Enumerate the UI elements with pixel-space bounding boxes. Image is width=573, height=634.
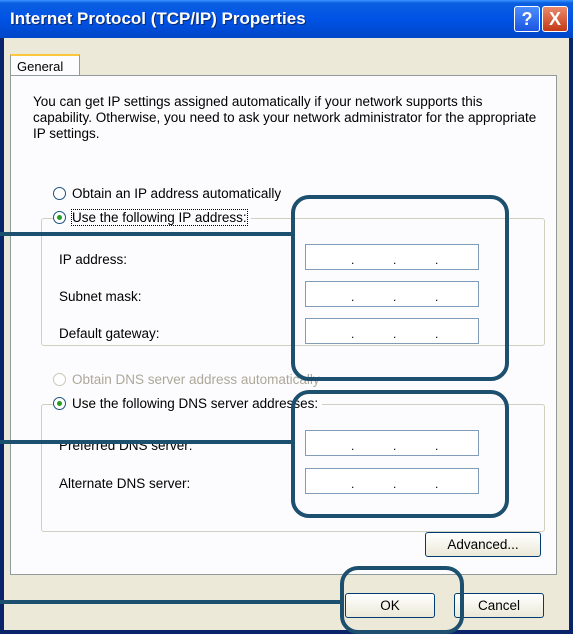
window-title: Internet Protocol (TCP/IP) Properties xyxy=(10,9,306,28)
obtain-dns-auto-label: Obtain DNS server address automatically xyxy=(72,372,320,387)
description-text: You can get IP settings assigned automat… xyxy=(33,94,537,141)
radio-icon xyxy=(53,187,66,200)
radio-selected-icon xyxy=(53,397,66,410)
close-button[interactable]: X xyxy=(542,6,568,32)
use-following-dns-label: Use the following DNS server addresses: xyxy=(72,396,319,411)
use-following-dns-radio[interactable]: Use the following DNS server addresses: xyxy=(53,396,323,411)
subnet-mask-label: Subnet mask: xyxy=(59,289,142,304)
default-gateway-label: Default gateway: xyxy=(59,326,160,341)
use-following-ip-radio[interactable]: Use the following IP address: xyxy=(53,209,251,226)
help-button[interactable]: ? xyxy=(514,6,540,32)
ok-button-callout xyxy=(340,566,464,634)
use-following-ip-label: Use the following IP address: xyxy=(71,209,248,226)
ip-address-label: IP address: xyxy=(59,252,128,267)
obtain-ip-auto-radio[interactable]: Obtain an IP address automatically xyxy=(53,186,281,201)
ok-callout-leader xyxy=(0,600,342,604)
obtain-ip-auto-label: Obtain an IP address automatically xyxy=(72,186,282,201)
radio-icon xyxy=(53,373,66,386)
ip-fields-callout xyxy=(291,195,509,381)
radio-selected-icon xyxy=(53,211,66,224)
alternate-dns-label: Alternate DNS server: xyxy=(59,476,191,491)
ip-callout-leader xyxy=(0,232,294,236)
dns-fields-callout xyxy=(291,390,509,518)
obtain-dns-auto-radio[interactable]: Obtain DNS server address automatically xyxy=(53,372,320,387)
cancel-button[interactable]: Cancel xyxy=(454,593,544,618)
dns-callout-leader xyxy=(0,440,294,444)
tab-general[interactable]: General xyxy=(10,54,80,76)
advanced-button[interactable]: Advanced... xyxy=(425,532,541,557)
title-bar[interactable]: Internet Protocol (TCP/IP) Properties ? … xyxy=(0,0,573,38)
